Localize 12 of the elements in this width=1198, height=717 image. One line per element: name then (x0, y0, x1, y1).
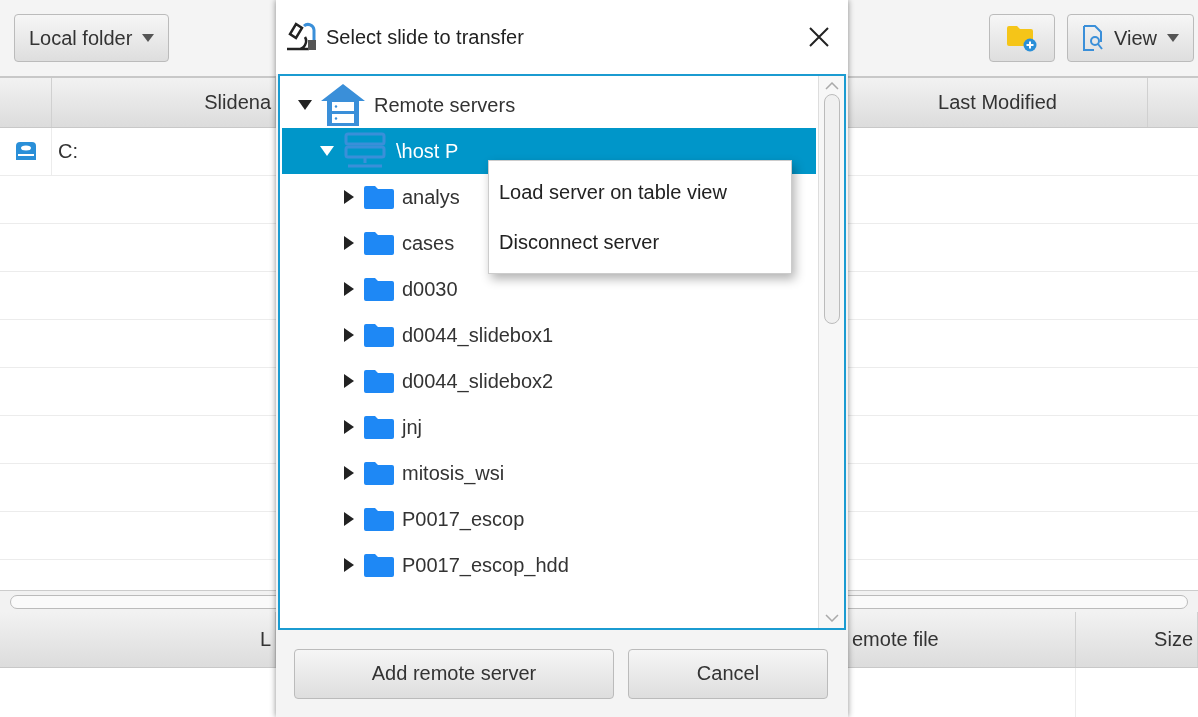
dialog-title: Select slide to transfer (326, 25, 525, 49)
tree-item-label: mitosis_wsi (402, 461, 505, 485)
tree-item-label: jnj (402, 415, 422, 439)
tree-item-label: P0017_escop_hdd (402, 553, 569, 577)
tree-item-label: d0044_slidebox2 (402, 369, 554, 393)
tree-item-label: d0044_slidebox1 (402, 323, 554, 347)
tree-item-label: cases (402, 231, 455, 255)
tree-item-label: P0017_escop (402, 507, 525, 531)
tree-item-label: analys (402, 185, 460, 209)
tree-item-label: d0030 (402, 277, 458, 301)
tree-item-label: \host P (396, 139, 459, 163)
tree-item-label: Remote servers (374, 93, 516, 117)
